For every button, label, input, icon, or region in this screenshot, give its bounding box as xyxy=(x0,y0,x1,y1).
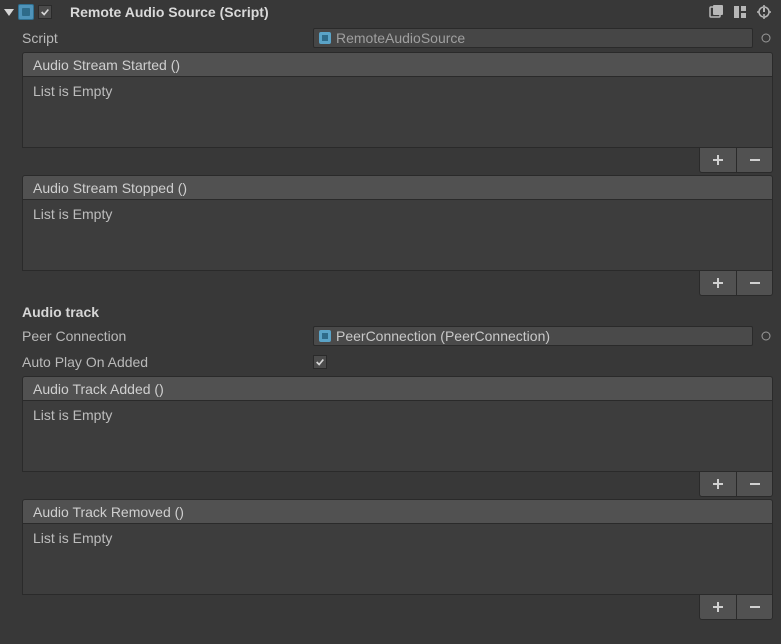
event-header: Audio Track Added () xyxy=(22,376,773,400)
reference-button[interactable] xyxy=(707,3,725,21)
script-row: Script RemoteAudioSource xyxy=(22,26,773,50)
remove-listener-button[interactable] xyxy=(736,148,772,172)
context-menu-button[interactable] xyxy=(755,3,773,21)
event-audio-track-removed: Audio Track Removed () List is Empty xyxy=(22,499,773,620)
event-audio-stream-started: Audio Stream Started () List is Empty xyxy=(22,52,773,173)
peer-connection-picker-button[interactable] xyxy=(759,329,773,343)
list-empty-text: List is Empty xyxy=(33,530,112,546)
remove-listener-button[interactable] xyxy=(736,271,772,295)
add-listener-button[interactable] xyxy=(700,271,736,295)
script-label: Script xyxy=(22,30,313,46)
component-title: Remote Audio Source (Script) xyxy=(58,4,707,20)
event-audio-track-added: Audio Track Added () List is Empty xyxy=(22,376,773,497)
script-picker-button[interactable] xyxy=(759,31,773,45)
auto-play-checkbox[interactable] xyxy=(313,355,327,369)
add-listener-button[interactable] xyxy=(700,595,736,619)
audio-track-section-title: Audio track xyxy=(22,304,773,320)
list-empty-text: List is Empty xyxy=(33,407,112,423)
header-buttons xyxy=(707,3,777,21)
csharp-icon xyxy=(318,31,332,45)
event-header: Audio Track Removed () xyxy=(22,499,773,523)
event-list: List is Empty xyxy=(22,400,773,472)
remove-listener-button[interactable] xyxy=(736,595,772,619)
list-empty-text: List is Empty xyxy=(33,83,112,99)
event-header: Audio Stream Stopped () xyxy=(22,175,773,199)
peer-connection-label: Peer Connection xyxy=(22,328,313,344)
add-listener-button[interactable] xyxy=(700,472,736,496)
component-header: Remote Audio Source (Script) xyxy=(0,0,781,24)
event-audio-stream-stopped: Audio Stream Stopped () List is Empty xyxy=(22,175,773,296)
event-list: List is Empty xyxy=(22,199,773,271)
preset-button[interactable] xyxy=(731,3,749,21)
add-listener-button[interactable] xyxy=(700,148,736,172)
peer-connection-field[interactable]: PeerConnection (PeerConnection) xyxy=(313,326,753,346)
component-ref-icon xyxy=(318,329,332,343)
peer-connection-value: PeerConnection (PeerConnection) xyxy=(336,328,550,344)
list-empty-text: List is Empty xyxy=(33,206,112,222)
component-enabled-checkbox[interactable] xyxy=(38,5,52,19)
peer-connection-row: Peer Connection PeerConnection (PeerConn… xyxy=(22,324,773,348)
remove-listener-button[interactable] xyxy=(736,472,772,496)
event-list: List is Empty xyxy=(22,523,773,595)
auto-play-label: Auto Play On Added xyxy=(22,354,313,370)
auto-play-row: Auto Play On Added xyxy=(22,350,773,374)
script-value: RemoteAudioSource xyxy=(336,30,465,46)
script-field: RemoteAudioSource xyxy=(313,28,753,48)
expand-arrow-icon[interactable] xyxy=(4,9,14,16)
event-header: Audio Stream Started () xyxy=(22,52,773,76)
event-list: List is Empty xyxy=(22,76,773,148)
script-icon xyxy=(18,4,34,20)
